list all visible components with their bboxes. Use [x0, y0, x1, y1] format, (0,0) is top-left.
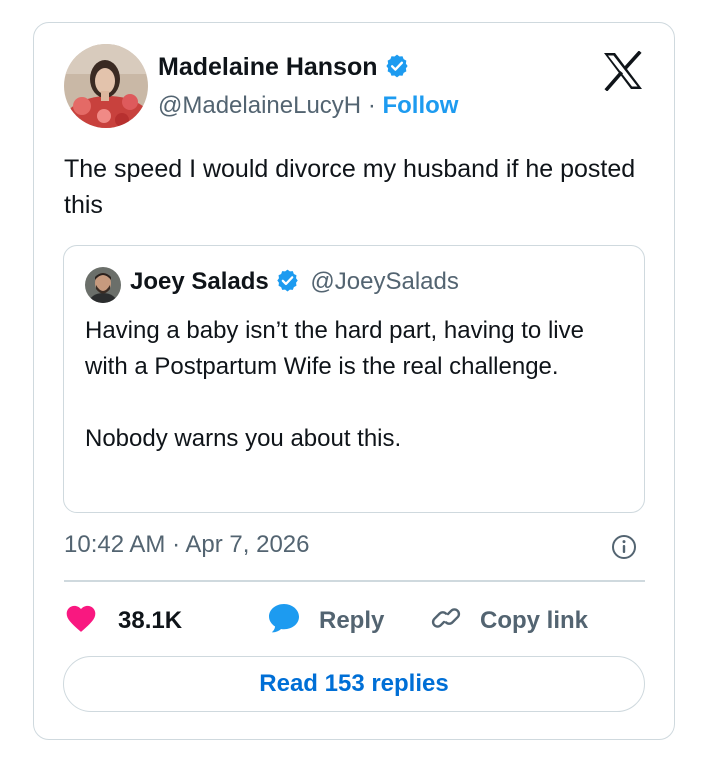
quoted-tweet-text: Having a baby isn’t the hard part, havin…	[85, 313, 625, 457]
quoted-author-line: Joey Salads @JoeySalads	[130, 268, 459, 300]
quoted-paragraph: Having a baby isn’t the hard part, havin…	[85, 317, 584, 380]
like-count: 38.1K	[118, 607, 183, 634]
quoted-author-handle[interactable]: @JoeySalads	[310, 268, 458, 295]
divider	[64, 580, 645, 582]
quoted-author-avatar[interactable]	[85, 267, 121, 303]
reply-button[interactable]: Reply	[267, 601, 384, 641]
quoted-verified-badge-icon	[275, 268, 300, 300]
speech-bubble-icon	[267, 602, 301, 641]
author-name[interactable]: Madelaine Hanson	[158, 53, 410, 86]
author-handle[interactable]: @MadelaineLucyH	[158, 92, 361, 119]
copy-link-label: Copy link	[480, 607, 589, 634]
copy-link-button[interactable]: Copy link	[430, 601, 588, 641]
tweet-text: The speed I would divorce my husband if …	[64, 155, 636, 219]
reply-label: Reply	[319, 607, 385, 634]
quoted-tweet[interactable]: Joey Salads @JoeySalads Having a baby is…	[63, 245, 645, 513]
like-button[interactable]: 38.1K	[64, 601, 182, 641]
author-handle-line: @MadelaineLucyH · Follow	[158, 92, 458, 120]
quoted-author-name[interactable]: Joey Salads	[130, 268, 269, 295]
tweet-embed-card: Madelaine Hanson @MadelaineLucyH · Follo…	[33, 22, 675, 740]
author-name-text[interactable]: Madelaine Hanson	[158, 53, 378, 81]
verified-badge-icon	[384, 53, 410, 86]
tweet-timestamp[interactable]: 10:42 AM · Apr 7, 2026	[64, 531, 310, 559]
quoted-paragraph: Nobody warns you about this.	[85, 425, 402, 452]
read-replies-button[interactable]: Read 153 replies	[63, 656, 645, 712]
info-icon[interactable]	[611, 534, 637, 560]
follow-button[interactable]: Follow	[382, 92, 458, 119]
author-avatar[interactable]	[64, 44, 148, 128]
x-logo-icon[interactable]	[602, 50, 644, 92]
handle-separator: ·	[367, 92, 376, 119]
heart-icon	[64, 603, 98, 640]
action-bar: 38.1K Reply Copy link	[64, 601, 645, 641]
link-icon	[430, 602, 462, 641]
